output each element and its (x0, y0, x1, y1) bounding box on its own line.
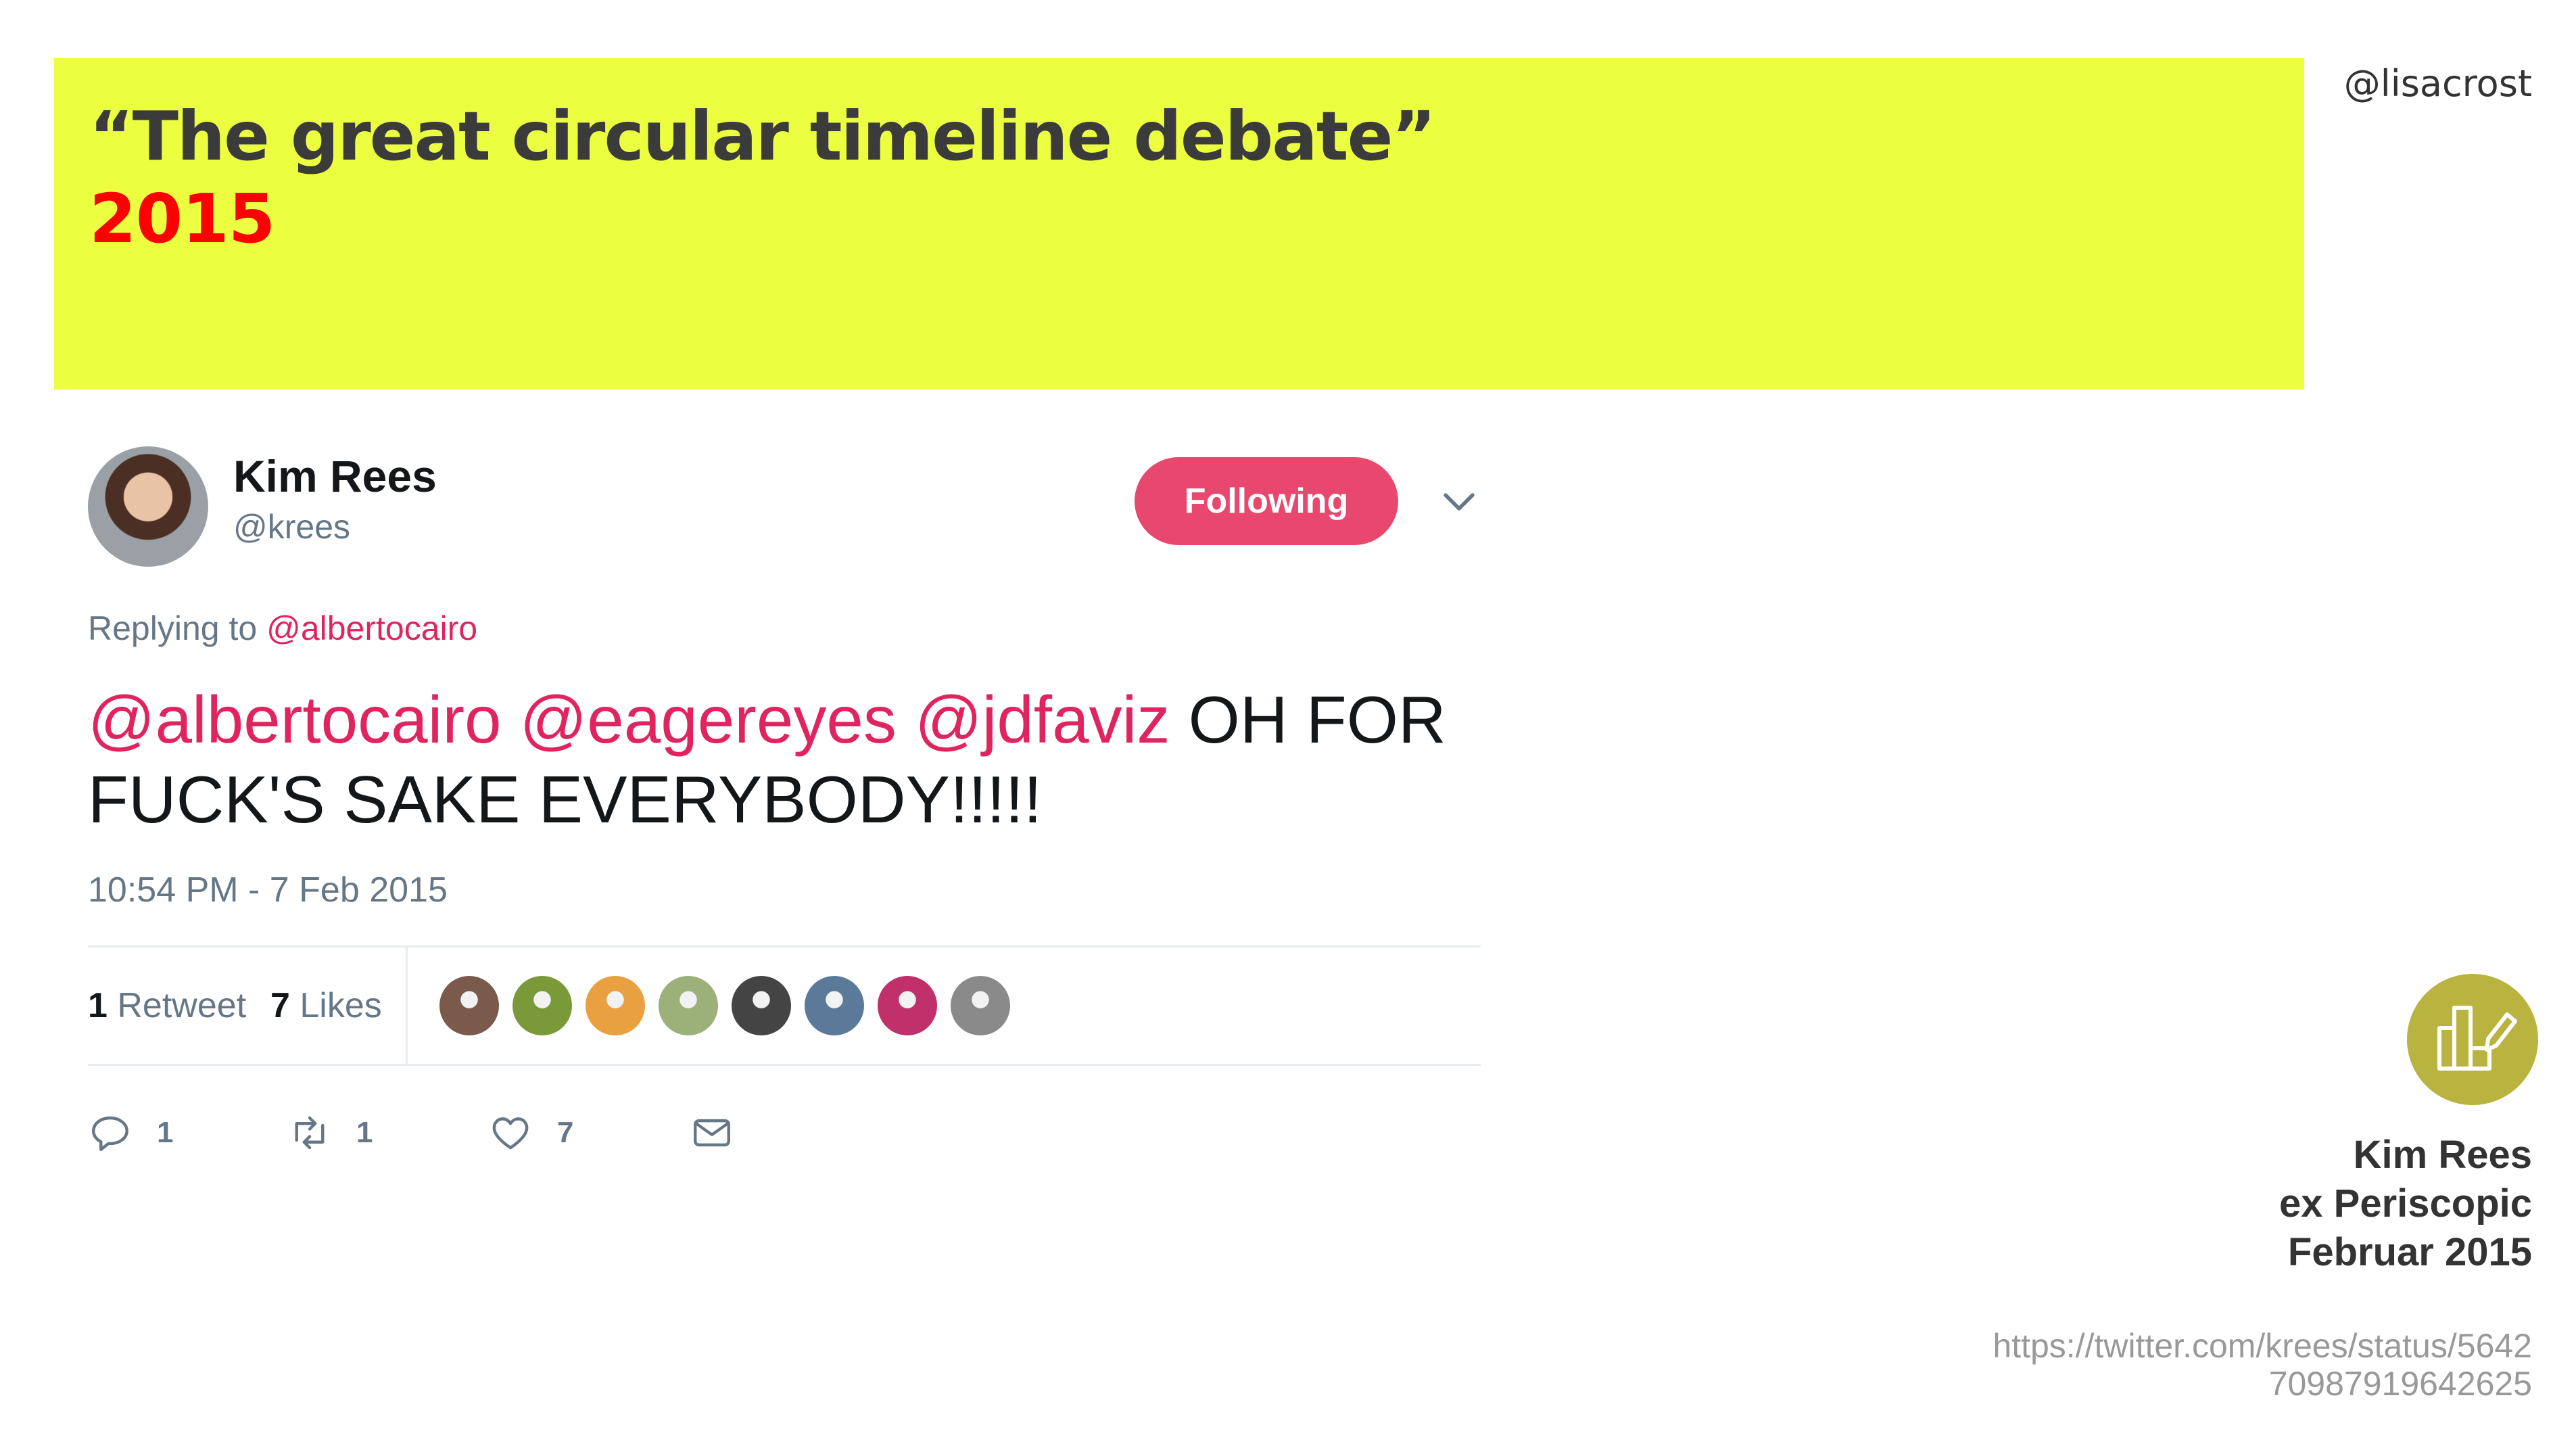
chevron-down-icon[interactable] (1439, 482, 1479, 522)
slide-year: 2015 (89, 179, 275, 258)
reply-icon (92, 1116, 128, 1151)
like-count: 7 (557, 1116, 574, 1149)
replying-to-mention[interactable]: @albertocairo (266, 609, 477, 647)
tweet-card: Kim Rees @krees Following Replying to @a… (88, 440, 1481, 1197)
retweet-stat-label: Retweet (117, 986, 247, 1025)
periscopic-logo (2407, 974, 2538, 1105)
like-stat[interactable]: 7 Likes (270, 985, 382, 1026)
liker-avatar[interactable] (586, 976, 645, 1035)
title-banner: “The great circular timeline debate” 201… (54, 58, 2304, 390)
like-stat-count: 7 (270, 986, 290, 1025)
following-button[interactable]: Following (1135, 457, 1398, 545)
mention-link[interactable]: @jdfaviz (915, 682, 1170, 757)
liker-avatar[interactable] (512, 976, 572, 1035)
author-twitter-handle: @lisacrost (2343, 62, 2532, 105)
tweet-author-handle[interactable]: @krees (233, 507, 350, 546)
reply-count: 1 (157, 1116, 174, 1149)
tweet-stats: 1 Retweet 7 Likes (88, 945, 1481, 1066)
liker-avatar[interactable] (878, 976, 937, 1035)
source-url[interactable]: https://twitter.com/krees/status/5642709… (1991, 1327, 2532, 1403)
avatar[interactable] (88, 446, 208, 567)
credit-name: Kim Rees (2353, 1133, 2532, 1177)
slide-title: “The great circular timeline debate” (89, 97, 1436, 176)
bar-chart-pen-icon (2437, 1006, 2517, 1071)
envelope-icon (694, 1119, 730, 1147)
retweet-count: 1 (356, 1116, 373, 1149)
retweet-action[interactable]: 1 (287, 1102, 373, 1163)
liker-avatar[interactable] (659, 976, 718, 1035)
tweet-actions: 1 1 7 (88, 1102, 1481, 1163)
mention-link[interactable]: @albertocairo (88, 682, 502, 757)
retweet-stat[interactable]: 1 Retweet (88, 985, 246, 1026)
liker-avatar[interactable] (439, 976, 499, 1035)
credit-role: ex Periscopic (2279, 1182, 2532, 1225)
tweet-author-name[interactable]: Kim Rees (233, 450, 437, 502)
liker-avatar[interactable] (805, 976, 864, 1035)
like-action[interactable]: 7 (488, 1102, 573, 1163)
liker-avatar[interactable] (951, 976, 1010, 1035)
mention-link[interactable]: @eagereyes (520, 682, 897, 757)
replying-to-label: Replying to (88, 609, 258, 647)
tweet-timestamp[interactable]: 10:54 PM - 7 Feb 2015 (88, 870, 448, 910)
credit-date: Februar 2015 (2287, 1230, 2532, 1274)
heart-icon (492, 1117, 529, 1150)
credit-block: Kim Rees ex Periscopic Februar 2015 (2279, 1131, 2532, 1277)
liker-avatar[interactable] (732, 976, 791, 1035)
direct-message-action[interactable] (690, 1102, 734, 1163)
stats-divider (406, 948, 408, 1064)
like-stat-label: Likes (300, 986, 382, 1025)
replying-to: Replying to @albertocairo (88, 609, 477, 648)
reply-action[interactable]: 1 (88, 1102, 173, 1163)
retweet-stat-count: 1 (88, 986, 108, 1025)
retweet-icon (295, 1116, 325, 1150)
tweet-text: @albertocairo @eagereyes @jdfaviz OH FOR… (88, 680, 1481, 839)
